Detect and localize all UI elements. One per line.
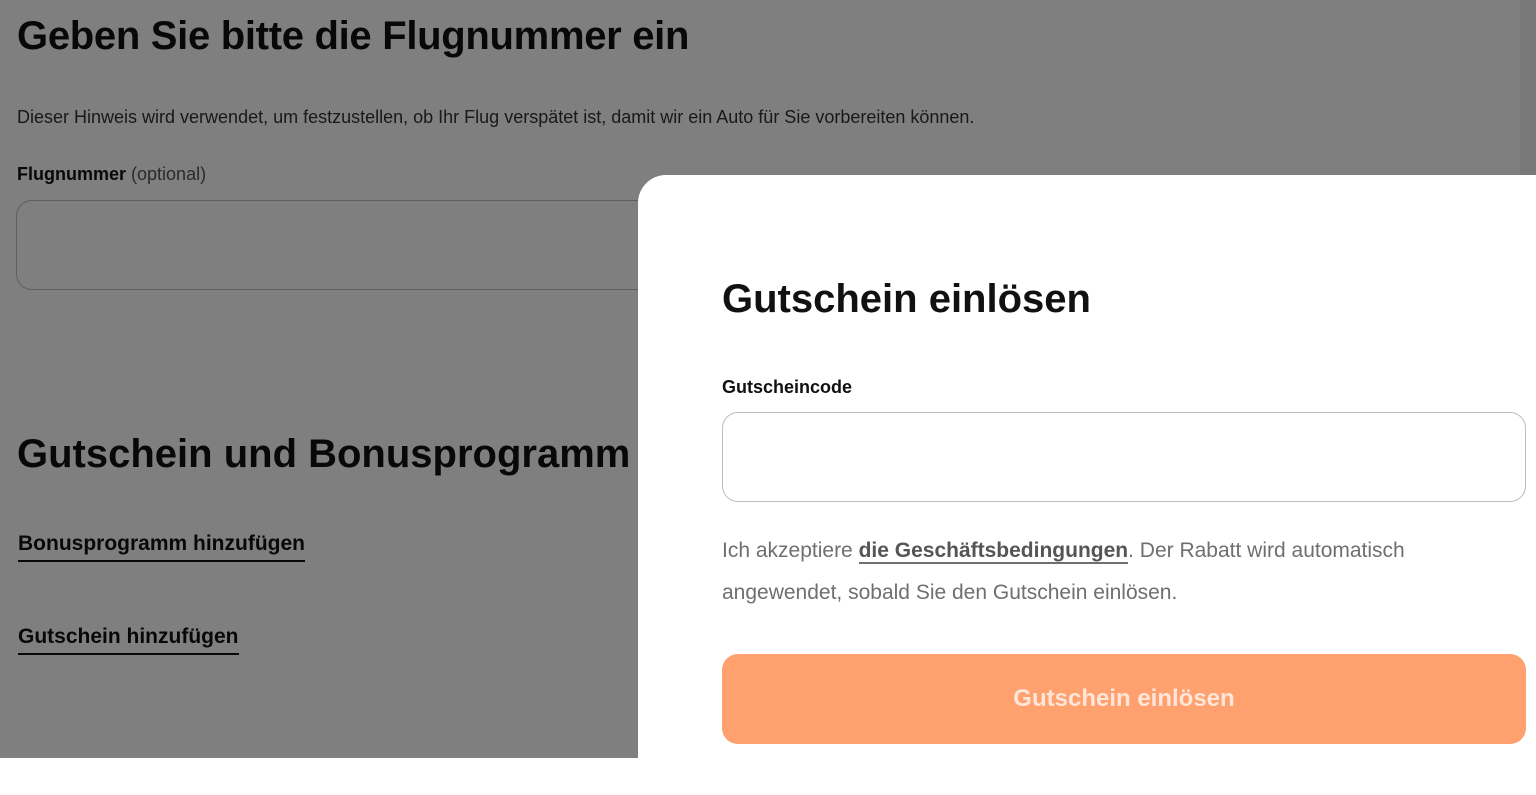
voucher-code-input[interactable] <box>722 412 1526 502</box>
terms-notice: Ich akzeptiere die Geschäftsbedingungen.… <box>722 530 1482 614</box>
terms-link[interactable]: die Geschäftsbedingungen <box>858 539 1129 564</box>
voucher-drawer: Gutschein einlösen Gutscheincode Ich akz… <box>638 175 1536 795</box>
voucher-code-label: Gutscheincode <box>722 377 853 397</box>
terms-prefix: Ich akzeptiere <box>722 539 859 562</box>
redeem-voucher-button[interactable]: Gutschein einlösen <box>722 654 1526 744</box>
voucher-drawer-title: Gutschein einlösen <box>722 277 1091 321</box>
